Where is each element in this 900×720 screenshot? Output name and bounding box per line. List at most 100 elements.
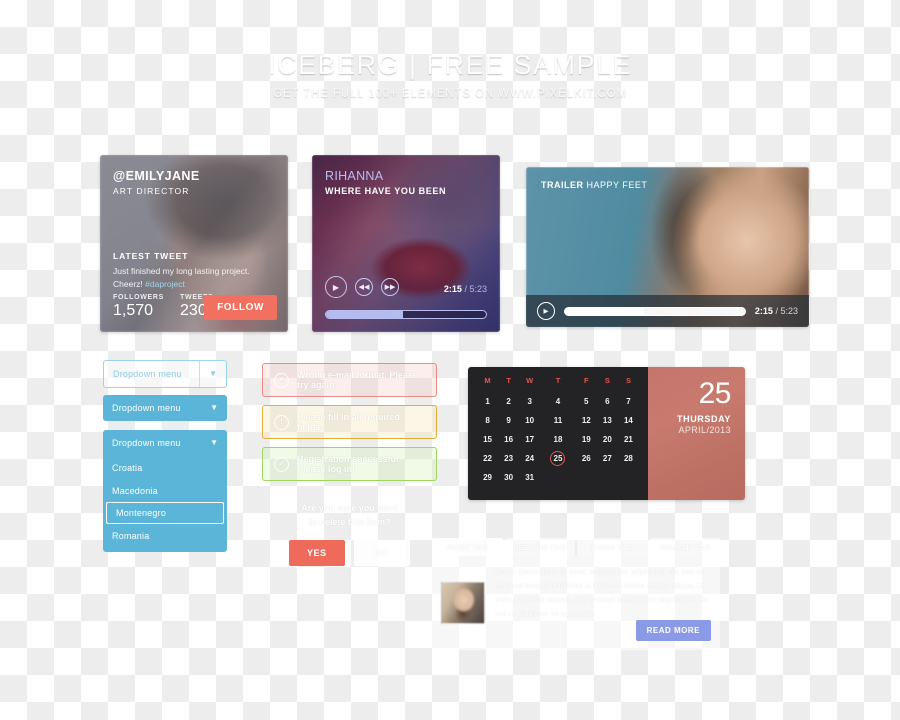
music-timestamp: 2:15 / 5:23 [444, 284, 487, 294]
calendar-day[interactable]: 18 [540, 430, 576, 449]
calendar-day[interactable]: 26 [576, 449, 597, 468]
video-timestamp: 2:15 / 5:23 [755, 306, 798, 316]
calendar-day[interactable]: 13 [597, 411, 618, 430]
calendar-day[interactable]: 1 [477, 392, 498, 411]
page-subtitle: GET THE FULL 100+ ELEMENTS ON WWW.PIXELK… [273, 88, 627, 100]
calendar-day[interactable]: 11 [540, 411, 576, 430]
video-label: TRAILER [541, 180, 584, 190]
calendar-day[interactable]: 14 [618, 411, 639, 430]
calendar-day-selected[interactable]: 25 [540, 449, 576, 468]
play-icon[interactable]: ▶ [537, 302, 555, 320]
calendar-grid[interactable]: M T W T F S S 1 2 3 4 5 6 7 8 9 10 11 12… [468, 367, 648, 500]
calendar-day[interactable]: 15 [477, 430, 498, 449]
dropdown-collapsed-header[interactable]: Dropdown menu ▼ [103, 395, 227, 421]
calendar-day[interactable]: 16 [498, 430, 519, 449]
dropdown-option-montenegro[interactable]: Montenegro [106, 502, 224, 524]
calendar-day[interactable]: 3 [519, 392, 540, 411]
calendar-day[interactable]: 30 [498, 468, 519, 487]
fast-forward-icon[interactable]: ▶▶ [381, 278, 399, 296]
calendar-day[interactable]: 5 [576, 392, 597, 411]
dropdown-option-romania[interactable]: Romania [103, 524, 227, 547]
calendar-day[interactable]: 28 [618, 449, 639, 468]
calendar-week-row: 8 9 10 11 12 13 14 [477, 411, 639, 430]
alert-success-message: Registration successful. Please log in! [297, 454, 402, 474]
dropdown-option-macedonia[interactable]: Macedonia [103, 479, 227, 502]
alert-error-message: Wrong e-mail format. Please try again! [297, 370, 418, 390]
calendar-today-marker: 25 [550, 451, 566, 466]
calendar-day[interactable]: 9 [498, 411, 519, 430]
page-title: ICEBERG | FREE SAMPLE [267, 50, 633, 80]
dropdown-collapsed[interactable]: Dropdown menu ▼ [103, 395, 227, 421]
calendar-day[interactable]: 6 [597, 392, 618, 411]
calendar-day[interactable]: 7 [618, 392, 639, 411]
calendar-day[interactable]: 21 [618, 430, 639, 449]
calendar-day[interactable]: 23 [498, 449, 519, 468]
follow-button[interactable]: FOLLOW [204, 295, 277, 320]
check-icon: ✓ [274, 456, 289, 472]
calendar-day-empty [540, 468, 576, 487]
chevron-down-icon[interactable]: ▼ [209, 370, 217, 378]
confirm-dialog-actions: YES NO [262, 539, 437, 566]
music-current-time: 2:15 [443, 284, 462, 294]
weekday-mon: M [484, 376, 491, 385]
tab-first[interactable]: FIRST TAB [432, 538, 503, 556]
chevron-down-icon[interactable]: ▼ [210, 404, 218, 412]
calendar-day[interactable]: 31 [519, 468, 540, 487]
calendar-day[interactable]: 2 [498, 392, 519, 411]
dropdown-expanded[interactable]: Dropdown menu ▼ Croatia Macedonia Monten… [103, 430, 227, 552]
dropdown-expanded-label: Dropdown menu [112, 438, 181, 448]
avatar [441, 582, 485, 624]
info-icon: ! [274, 414, 289, 430]
calendar-day[interactable]: 29 [477, 468, 498, 487]
chevron-down-icon[interactable]: ▼ [210, 439, 218, 447]
calendar-day[interactable]: 22 [477, 449, 498, 468]
music-progress-fill [326, 311, 403, 318]
video-progress-bar[interactable] [564, 306, 746, 316]
tab-body-text: Lorem ipsum dolor sit amet, consectetur … [495, 567, 708, 618]
dropdown-expanded-header[interactable]: Dropdown menu ▼ [103, 430, 227, 456]
calendar-day[interactable]: 19 [576, 430, 597, 449]
read-more-button[interactable]: READ MORE [635, 620, 711, 641]
profile-role: ART DIRECTOR [113, 186, 190, 196]
music-progress-bar[interactable] [325, 310, 487, 319]
tab-fourth[interactable]: FOURTH TAB [649, 538, 720, 556]
calendar-day[interactable]: 20 [597, 430, 618, 449]
music-song-title: WHERE HAVE YOU BEEN [325, 186, 447, 196]
alert-warning: ! Please fill in all required fields! [262, 405, 437, 439]
tab-second[interactable]: SECOND TAB [504, 538, 575, 556]
selected-date-month-year: APRIL/2013 [678, 425, 731, 435]
tab-third[interactable]: THIRD TAB [577, 538, 648, 556]
tab-content: Lorem ipsum dolor sit amet, consectetur … [432, 556, 720, 650]
calendar-day[interactable]: 27 [597, 449, 618, 468]
calendar-day[interactable]: 4 [540, 392, 576, 411]
video-current-time: 2:15 [754, 306, 773, 316]
play-icon[interactable]: ▶ [325, 276, 347, 298]
alert-warning-message: Please fill in all required fields! [297, 412, 401, 432]
yes-button[interactable]: YES [288, 539, 345, 566]
x-icon: ✕ [274, 372, 289, 388]
calendar-day[interactable]: 24 [519, 449, 540, 468]
video-title: TRAILER HAPPY FEET [541, 180, 647, 190]
no-button[interactable]: NO [353, 539, 410, 566]
dropdown-outlined[interactable]: Dropdown menu ▼ [103, 360, 227, 388]
tweet-hashtag[interactable]: #daproject [145, 279, 185, 289]
weekday-sat: S [604, 376, 610, 385]
confirm-message-line-1: Are you sure you want [301, 503, 398, 513]
confirm-dialog: Are you sure you want to delete this ite… [262, 498, 437, 570]
calendar-day[interactable]: 17 [519, 430, 540, 449]
calendar-day[interactable]: 12 [576, 411, 597, 430]
rewind-icon[interactable]: ◀◀ [355, 278, 373, 296]
video-total-time: 5:23 [780, 306, 798, 316]
dropdown-outlined-label: Dropdown menu [113, 369, 182, 379]
dropdown-option-croatia[interactable]: Croatia [103, 456, 227, 479]
calendar-widget: M T W T F S S 1 2 3 4 5 6 7 8 9 10 11 12… [468, 367, 745, 500]
calendar-day-empty [597, 468, 618, 487]
confirm-message-line-2: to delete this item? [308, 516, 391, 527]
calendar-day[interactable]: 10 [519, 411, 540, 430]
video-time-separator: / [775, 306, 778, 316]
dropdown-outlined-header[interactable]: Dropdown menu ▼ [104, 361, 226, 387]
music-controls: ▶ ◀◀ ▶▶ [325, 276, 399, 298]
followers-value: 1,570 [113, 302, 154, 320]
calendar-day-empty [576, 468, 597, 487]
calendar-day[interactable]: 8 [477, 411, 498, 430]
